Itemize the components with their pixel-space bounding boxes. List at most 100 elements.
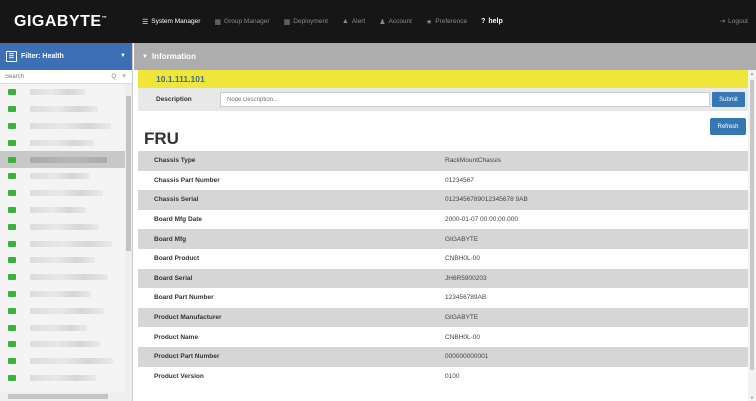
sidebar-scrollbar[interactable] bbox=[125, 84, 132, 392]
node-list-item[interactable] bbox=[0, 235, 125, 252]
submit-button[interactable]: Submit bbox=[712, 92, 745, 107]
list-icon: ☰ bbox=[6, 51, 17, 62]
fru-table: Chassis Type RackMountChassis Chassis Part… bbox=[138, 151, 748, 387]
node-list-item[interactable] bbox=[0, 319, 125, 336]
node-list-item[interactable] bbox=[0, 218, 125, 235]
fru-header: FRU Refresh bbox=[138, 111, 748, 151]
health-ok-icon bbox=[8, 274, 16, 281]
table-row: Product Version 0100 bbox=[138, 366, 748, 387]
node-list-item[interactable] bbox=[0, 252, 125, 269]
node-list-item[interactable] bbox=[0, 370, 125, 387]
health-ok-icon bbox=[8, 122, 16, 129]
fru-key: Board Product bbox=[154, 255, 200, 263]
fru-value: 01234567 bbox=[445, 176, 474, 184]
node-list-item[interactable] bbox=[0, 302, 125, 319]
refresh-button[interactable]: Refresh bbox=[710, 118, 746, 135]
nav-label: Account bbox=[388, 18, 412, 25]
nav-item-group-manager[interactable]: ▦ Group Manager bbox=[214, 18, 269, 26]
fru-key: Chassis Part Number bbox=[154, 176, 220, 184]
fru-value: 000000000001 bbox=[445, 353, 489, 361]
fru-key: Board Mfg bbox=[154, 235, 187, 243]
sidebar: ☰ Filter: Health ▼ Q ≡ bbox=[0, 43, 133, 401]
health-ok-icon bbox=[8, 106, 16, 113]
fru-value: JH6R5900203 bbox=[445, 274, 487, 282]
health-ok-icon bbox=[8, 190, 16, 197]
table-row: Board Part Number 123456789AB bbox=[138, 288, 748, 308]
gigabyte-logo[interactable]: GIGABYTE™ bbox=[0, 13, 122, 31]
information-content: 10.1.111.101 Description Submit FRU Refr… bbox=[134, 70, 748, 401]
node-name-redacted bbox=[30, 358, 113, 365]
hscroll-thumb[interactable] bbox=[8, 394, 108, 399]
filter-dropdown[interactable]: ☰ Filter: Health ▼ bbox=[0, 43, 132, 70]
table-row: Product Manufacturer GIGABYTE bbox=[138, 307, 748, 328]
health-ok-icon bbox=[8, 156, 16, 163]
main-scrollbar[interactable]: ▲ ▼ bbox=[748, 70, 756, 401]
logout-button[interactable]: ⇥ Logout bbox=[720, 17, 748, 26]
node-ip: 10.1.111.101 bbox=[156, 74, 205, 84]
filter-value: Health bbox=[42, 53, 64, 60]
nav-item-alert[interactable]: ▲ Alert bbox=[342, 18, 365, 25]
main-panel: ▼ Information 10.1.111.101 Description S… bbox=[134, 43, 756, 401]
search-input[interactable] bbox=[5, 73, 95, 80]
main-nav: ☰ System Manager ▦ Group Manager ▦ Deployment… bbox=[122, 0, 517, 43]
node-list-item[interactable] bbox=[0, 353, 125, 370]
node-name-redacted bbox=[30, 106, 98, 113]
fru-key: Product Version bbox=[154, 372, 204, 380]
information-header[interactable]: ▼ Information bbox=[134, 43, 756, 70]
scroll-down-icon[interactable]: ▼ bbox=[750, 395, 754, 400]
description-row: Description Submit bbox=[138, 88, 748, 111]
nav-label: Preference bbox=[435, 18, 468, 25]
nav-item-preference[interactable]: ★ Preference bbox=[426, 18, 467, 26]
health-ok-icon bbox=[8, 223, 16, 230]
scroll-thumb[interactable] bbox=[126, 96, 131, 251]
node-list-item[interactable] bbox=[0, 118, 125, 135]
list-icon: ☰ bbox=[142, 18, 149, 26]
sidebar-hscrollbar[interactable] bbox=[0, 392, 132, 401]
node-list bbox=[0, 84, 125, 392]
node-list-item[interactable] bbox=[0, 185, 125, 202]
table-row: Chassis Part Number 01234567 bbox=[138, 170, 748, 191]
nav-label: Group Manager bbox=[224, 18, 270, 25]
node-list-item[interactable] bbox=[0, 269, 125, 286]
node-name-redacted bbox=[30, 122, 111, 129]
nav-label: Alert bbox=[351, 18, 366, 25]
node-name-redacted bbox=[30, 290, 91, 297]
health-ok-icon bbox=[8, 240, 16, 247]
fru-value: GIGABYTE bbox=[445, 314, 479, 322]
description-input[interactable] bbox=[220, 92, 710, 107]
node-list-item[interactable] bbox=[0, 84, 125, 101]
nav-item-account[interactable]: ♟ Account bbox=[379, 18, 412, 26]
nav-item-help[interactable]: ? help bbox=[481, 18, 503, 25]
search-bar: Q ≡ bbox=[0, 70, 132, 84]
node-list-item[interactable] bbox=[0, 101, 125, 118]
fru-key: Board Serial bbox=[154, 274, 193, 282]
fru-key: Chassis Type bbox=[154, 157, 196, 165]
nav-item-deployment[interactable]: ▦ Deployment bbox=[284, 18, 328, 26]
node-name-redacted bbox=[30, 223, 99, 230]
node-list-item[interactable] bbox=[0, 151, 125, 168]
node-name-redacted bbox=[30, 89, 85, 96]
fru-value: GIGABYTE bbox=[445, 235, 479, 243]
fru-value: 0100 bbox=[445, 372, 460, 380]
node-list-item[interactable] bbox=[0, 202, 125, 219]
health-ok-icon bbox=[8, 139, 16, 146]
user-icon: ♟ bbox=[379, 18, 386, 26]
node-list-item[interactable] bbox=[0, 168, 125, 185]
question-icon: ? bbox=[481, 18, 486, 25]
scroll-up-icon[interactable]: ▲ bbox=[750, 71, 754, 76]
table-row: Product Part Number 000000000001 bbox=[138, 346, 748, 367]
table-row: Board Mfg GIGABYTE bbox=[138, 229, 748, 249]
node-name-redacted bbox=[30, 274, 108, 281]
node-list-item[interactable] bbox=[0, 336, 125, 353]
fru-value: 0123456789012345678 9AB bbox=[445, 196, 528, 204]
table-row: Board Mfg Date 2000-01-07 00:00:00.000 bbox=[138, 209, 748, 230]
node-list-item[interactable] bbox=[0, 286, 125, 303]
health-ok-icon bbox=[8, 173, 16, 180]
health-ok-icon bbox=[8, 358, 16, 365]
search-icon[interactable]: Q ≡ bbox=[111, 73, 128, 80]
fru-value: RackMountChassis bbox=[445, 157, 501, 165]
node-list-item[interactable] bbox=[0, 134, 125, 151]
nav-item-system-manager[interactable]: ☰ System Manager bbox=[142, 18, 200, 26]
node-ip-bar: 10.1.111.101 bbox=[138, 70, 748, 88]
scroll-thumb[interactable] bbox=[750, 80, 754, 370]
